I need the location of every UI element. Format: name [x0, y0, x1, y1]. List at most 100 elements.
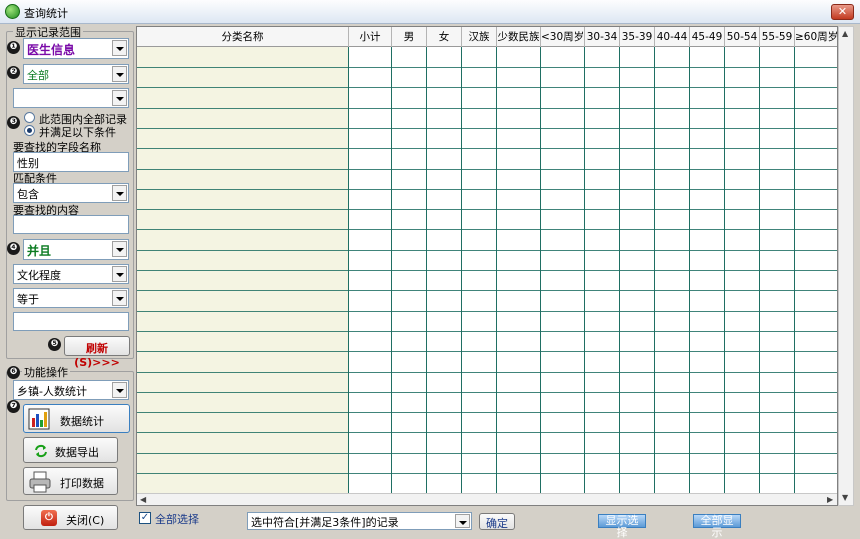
refresh-button[interactable]: 刷新(S)>>> [64, 336, 130, 369]
col-header-male[interactable]: 男 [392, 27, 427, 47]
radio-conditions[interactable] [24, 125, 35, 136]
grid-row-line [137, 432, 837, 433]
scroll-left-icon[interactable]: ◀ [140, 495, 146, 504]
printer-icon [29, 471, 51, 493]
col-header-han[interactable]: 汉族 [462, 27, 497, 47]
col-header-55-59[interactable]: 55-59 [760, 27, 795, 47]
window-title: 查询统计 [24, 7, 68, 20]
dataset-select[interactable]: 医生信息 [23, 38, 129, 59]
logic-value: 并且 [27, 244, 52, 258]
match-select[interactable]: 包含 [13, 183, 129, 203]
content2-input[interactable] [13, 312, 129, 331]
chevron-down-icon[interactable] [112, 40, 127, 56]
col-header-category[interactable]: 分类名称 [137, 27, 349, 47]
close-button[interactable]: ⏻ 关闭(C) [23, 505, 118, 530]
step-1-badge: ❶ [7, 41, 20, 54]
grid-row-line [137, 169, 837, 170]
refresh-label: 刷新(S)>>> [74, 342, 120, 369]
content-input[interactable] [13, 215, 129, 234]
col-header-35-39[interactable]: 35-39 [620, 27, 655, 47]
grid-row-line [137, 392, 837, 393]
app-icon [5, 4, 20, 19]
radio-conditions-label: 并满足以下条件 [39, 126, 116, 139]
vertical-scrollbar[interactable]: ▲ ▼ [838, 26, 854, 506]
grid-row-line [137, 473, 837, 474]
filter-select[interactable]: 选中符合[并满足3条件]的记录 [247, 512, 472, 530]
chevron-down-icon[interactable] [112, 241, 127, 257]
field-value: 性别 [17, 157, 39, 170]
grid-row-line [137, 351, 837, 352]
col-header-60plus[interactable]: ≥60周岁 [795, 27, 837, 47]
chevron-down-icon[interactable] [112, 382, 127, 398]
filter-value: 选中符合[并满足3条件]的记录 [251, 516, 399, 529]
grid-row-line [137, 453, 837, 454]
col-header-50-54[interactable]: 50-54 [725, 27, 760, 47]
col-header-female[interactable]: 女 [427, 27, 462, 47]
chevron-down-icon[interactable] [112, 266, 127, 282]
ops-group-label: 功能操作 [22, 364, 70, 380]
field-select[interactable]: 性别 [13, 152, 129, 172]
col-header-40-44[interactable]: 40-44 [655, 27, 690, 47]
chevron-down-icon[interactable] [455, 514, 470, 528]
scroll-right-icon[interactable]: ▶ [827, 495, 833, 504]
logic-select[interactable]: 并且 [23, 239, 129, 260]
grid-row-line [137, 372, 837, 373]
grid-row-line [137, 67, 837, 68]
match2-select[interactable]: 等于 [13, 288, 129, 308]
step-5-badge: ❺ [48, 338, 61, 351]
match-value: 包含 [17, 188, 39, 201]
select-all-label: 全部选择 [155, 513, 199, 526]
export-label: 数据导出 [55, 446, 99, 459]
range-select[interactable]: 全部 [23, 64, 129, 84]
col-header-subtotal[interactable]: 小计 [349, 27, 392, 47]
radio-all-records[interactable] [24, 112, 35, 123]
step-6-badge: ❻ [7, 366, 20, 379]
col-header-under30[interactable]: <30周岁 [541, 27, 585, 47]
grid-row-line [137, 108, 837, 109]
function-value: 乡镇-人数统计 [17, 385, 87, 398]
grid-row-line [137, 412, 837, 413]
grid-row-line [137, 270, 837, 271]
show-all-button[interactable]: 全部显示 [693, 514, 741, 539]
col-header-minority[interactable]: 少数民族 [497, 27, 541, 47]
grid-row-line [137, 250, 837, 251]
grid-row-line [137, 148, 837, 149]
export-button[interactable]: 数据导出 [23, 437, 118, 463]
grid-row-line [137, 229, 837, 230]
match2-value: 等于 [17, 293, 39, 306]
range-value: 全部 [27, 69, 49, 82]
scroll-down-icon[interactable]: ▼ [842, 493, 848, 502]
chevron-down-icon[interactable] [112, 290, 127, 306]
close-label: 关闭(C) [66, 514, 105, 527]
grid-row-line [137, 87, 837, 88]
stats-label: 数据统计 [60, 415, 104, 428]
scroll-up-icon[interactable]: ▲ [842, 29, 848, 38]
col-header-30-34[interactable]: 30-34 [585, 27, 620, 47]
col-header-45-49[interactable]: 45-49 [690, 27, 725, 47]
show-selected-button[interactable]: 显示选择 [598, 514, 646, 539]
select-all-checkbox[interactable]: ✓ [139, 512, 151, 524]
step-2-badge: ❷ [7, 66, 20, 79]
category-column-fill [137, 47, 348, 495]
step-4-badge: ❹ [7, 242, 20, 255]
chevron-down-icon[interactable] [112, 66, 127, 82]
print-button[interactable]: 打印数据 [23, 467, 118, 495]
close-window-button[interactable]: ✕ [831, 4, 854, 20]
chevron-down-icon[interactable] [112, 185, 127, 201]
power-icon: ⏻ [41, 510, 57, 526]
data-grid[interactable]: 分类名称 小计 男 女 汉族 少数民族 <30周岁 30-34 35-39 40… [136, 26, 838, 506]
grid-row-line [137, 209, 837, 210]
confirm-label: 确定 [486, 517, 508, 530]
step-3-badge: ❸ [7, 116, 20, 129]
grid-row-line [137, 331, 837, 332]
grid-row-line [137, 128, 837, 129]
grid-row-line [137, 290, 837, 291]
refresh-arrows-icon [35, 444, 47, 458]
range-sub-select[interactable] [13, 88, 129, 108]
chevron-down-icon[interactable] [112, 90, 127, 106]
field2-select[interactable]: 文化程度 [13, 264, 129, 284]
horizontal-scrollbar[interactable]: ◀ ▶ [137, 493, 837, 505]
confirm-button[interactable]: 确定 [479, 513, 515, 530]
stats-button[interactable]: 数据统计 [23, 404, 130, 433]
function-select[interactable]: 乡镇-人数统计 [13, 380, 129, 400]
